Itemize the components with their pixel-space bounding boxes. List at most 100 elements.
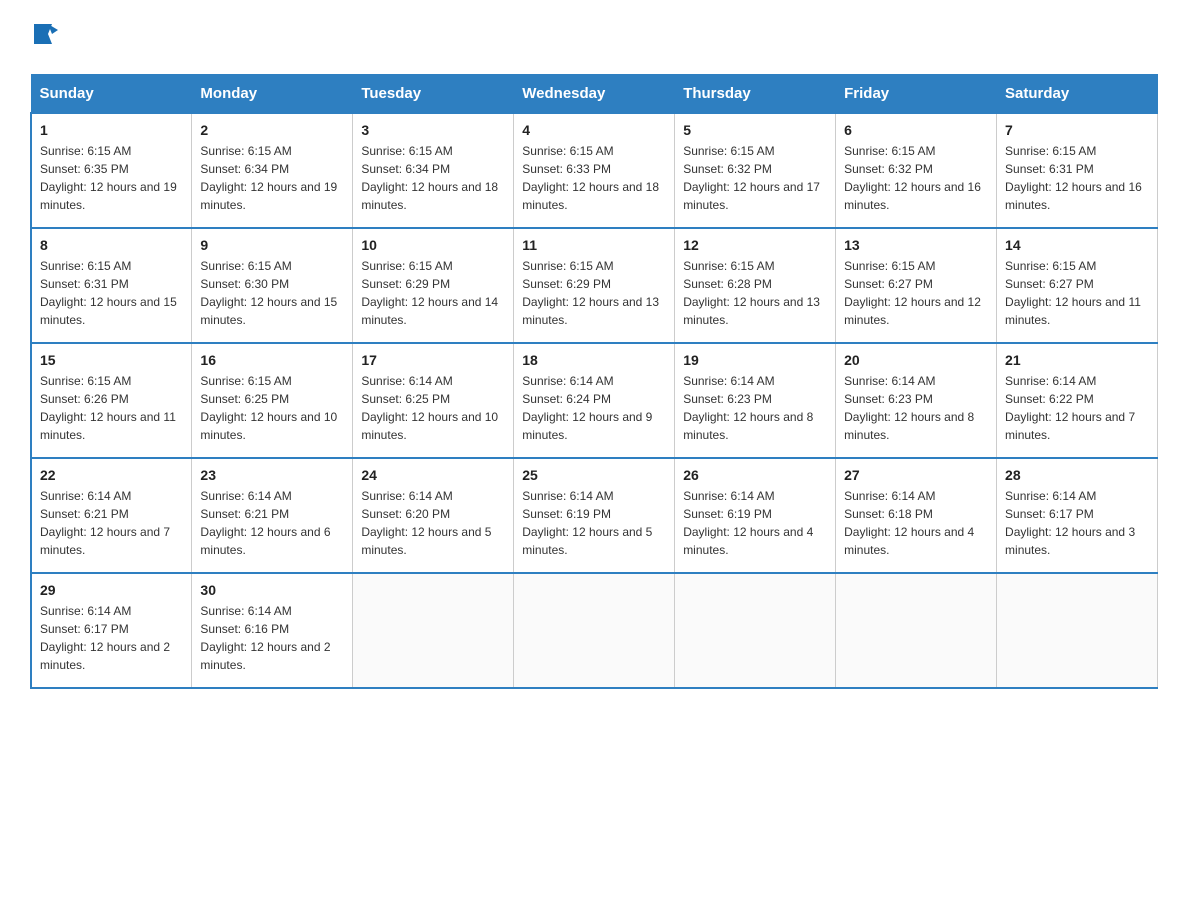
week-row-3: 15 Sunrise: 6:15 AMSunset: 6:26 PMDayligh… bbox=[31, 343, 1158, 458]
calendar-cell: 25Sunrise: 6:14 AMSunset: 6:19 PMDayligh… bbox=[514, 458, 675, 573]
day-number: 21 bbox=[1005, 352, 1149, 368]
calendar-cell: 5 Sunrise: 6:15 AMSunset: 6:32 PMDaylight… bbox=[675, 113, 836, 228]
day-number: 12 bbox=[683, 237, 827, 253]
calendar-cell: 16 Sunrise: 6:15 AMSunset: 6:25 PMDayligh… bbox=[192, 343, 353, 458]
calendar-cell: 10 Sunrise: 6:15 AMSunset: 6:29 PMDayligh… bbox=[353, 228, 514, 343]
day-info: Sunrise: 6:14 AMSunset: 6:18 PMDaylight:… bbox=[844, 487, 988, 559]
day-info: Sunrise: 6:15 AMSunset: 6:34 PMDaylight:… bbox=[200, 142, 344, 214]
day-number: 10 bbox=[361, 237, 505, 253]
day-info: Sunrise: 6:15 AMSunset: 6:32 PMDaylight:… bbox=[844, 142, 988, 214]
calendar-cell: 17 Sunrise: 6:14 AMSunset: 6:25 PMDayligh… bbox=[353, 343, 514, 458]
week-row-2: 8Sunrise: 6:15 AMSunset: 6:31 PMDaylight… bbox=[31, 228, 1158, 343]
day-number: 15 bbox=[40, 352, 183, 368]
calendar-cell: 30 Sunrise: 6:14 AMSunset: 6:16 PMDayligh… bbox=[192, 573, 353, 688]
calendar-cell: 12 Sunrise: 6:15 AMSunset: 6:28 PMDayligh… bbox=[675, 228, 836, 343]
day-number: 19 bbox=[683, 352, 827, 368]
day-info: Sunrise: 6:14 AMSunset: 6:19 PMDaylight:… bbox=[683, 487, 827, 559]
calendar-cell: 22Sunrise: 6:14 AMSunset: 6:21 PMDayligh… bbox=[31, 458, 192, 573]
calendar-cell: 21 Sunrise: 6:14 AMSunset: 6:22 PMDayligh… bbox=[997, 343, 1158, 458]
week-row-1: 1 Sunrise: 6:15 AMSunset: 6:35 PMDaylight… bbox=[31, 113, 1158, 228]
week-row-5: 29 Sunrise: 6:14 AMSunset: 6:17 PMDayligh… bbox=[31, 573, 1158, 688]
calendar-cell: 13 Sunrise: 6:15 AMSunset: 6:27 PMDayligh… bbox=[836, 228, 997, 343]
day-info: Sunrise: 6:14 AMSunset: 6:22 PMDaylight:… bbox=[1005, 372, 1149, 444]
header-day-saturday: Saturday bbox=[997, 75, 1158, 114]
header-day-sunday: Sunday bbox=[31, 75, 192, 114]
day-number: 24 bbox=[361, 467, 505, 483]
day-number: 16 bbox=[200, 352, 344, 368]
day-info: Sunrise: 6:14 AMSunset: 6:16 PMDaylight:… bbox=[200, 602, 344, 674]
calendar-cell: 14 Sunrise: 6:15 AMSunset: 6:27 PMDayligh… bbox=[997, 228, 1158, 343]
header-day-tuesday: Tuesday bbox=[353, 75, 514, 114]
calendar-cell: 9 Sunrise: 6:15 AMSunset: 6:30 PMDaylight… bbox=[192, 228, 353, 343]
calendar-cell: 15 Sunrise: 6:15 AMSunset: 6:26 PMDayligh… bbox=[31, 343, 192, 458]
calendar-cell bbox=[836, 573, 997, 688]
day-number: 20 bbox=[844, 352, 988, 368]
day-info: Sunrise: 6:15 AMSunset: 6:32 PMDaylight:… bbox=[683, 142, 827, 214]
day-number: 25 bbox=[522, 467, 666, 483]
calendar-cell: 8Sunrise: 6:15 AMSunset: 6:31 PMDaylight… bbox=[31, 228, 192, 343]
day-number: 22 bbox=[40, 467, 183, 483]
day-number: 7 bbox=[1005, 122, 1149, 138]
day-info: Sunrise: 6:14 AMSunset: 6:25 PMDaylight:… bbox=[361, 372, 505, 444]
day-info: Sunrise: 6:14 AMSunset: 6:23 PMDaylight:… bbox=[683, 372, 827, 444]
logo-text bbox=[30, 20, 58, 54]
day-number: 6 bbox=[844, 122, 988, 138]
day-info: Sunrise: 6:14 AMSunset: 6:21 PMDaylight:… bbox=[200, 487, 344, 559]
calendar-cell: 24 Sunrise: 6:14 AMSunset: 6:20 PMDayligh… bbox=[353, 458, 514, 573]
day-number: 3 bbox=[361, 122, 505, 138]
logo-flag-icon bbox=[30, 20, 58, 48]
calendar-cell: 20Sunrise: 6:14 AMSunset: 6:23 PMDayligh… bbox=[836, 343, 997, 458]
day-info: Sunrise: 6:15 AMSunset: 6:27 PMDaylight:… bbox=[844, 257, 988, 329]
calendar-table: SundayMondayTuesdayWednesdayThursdayFrid… bbox=[30, 74, 1158, 689]
header-day-wednesday: Wednesday bbox=[514, 75, 675, 114]
calendar-cell bbox=[353, 573, 514, 688]
day-info: Sunrise: 6:14 AMSunset: 6:17 PMDaylight:… bbox=[40, 602, 183, 674]
day-number: 14 bbox=[1005, 237, 1149, 253]
day-info: Sunrise: 6:15 AMSunset: 6:31 PMDaylight:… bbox=[1005, 142, 1149, 214]
day-info: Sunrise: 6:15 AMSunset: 6:25 PMDaylight:… bbox=[200, 372, 344, 444]
day-info: Sunrise: 6:14 AMSunset: 6:20 PMDaylight:… bbox=[361, 487, 505, 559]
day-number: 13 bbox=[844, 237, 988, 253]
day-number: 9 bbox=[200, 237, 344, 253]
day-number: 27 bbox=[844, 467, 988, 483]
calendar-body: 1 Sunrise: 6:15 AMSunset: 6:35 PMDaylight… bbox=[31, 113, 1158, 688]
day-info: Sunrise: 6:15 AMSunset: 6:27 PMDaylight:… bbox=[1005, 257, 1149, 329]
calendar-cell: 29 Sunrise: 6:14 AMSunset: 6:17 PMDayligh… bbox=[31, 573, 192, 688]
day-number: 2 bbox=[200, 122, 344, 138]
day-info: Sunrise: 6:15 AMSunset: 6:30 PMDaylight:… bbox=[200, 257, 344, 329]
day-info: Sunrise: 6:15 AMSunset: 6:26 PMDaylight:… bbox=[40, 372, 183, 444]
day-info: Sunrise: 6:15 AMSunset: 6:29 PMDaylight:… bbox=[522, 257, 666, 329]
day-info: Sunrise: 6:14 AMSunset: 6:24 PMDaylight:… bbox=[522, 372, 666, 444]
day-number: 30 bbox=[200, 582, 344, 598]
day-info: Sunrise: 6:15 AMSunset: 6:35 PMDaylight:… bbox=[40, 142, 183, 214]
day-number: 5 bbox=[683, 122, 827, 138]
calendar-cell: 18 Sunrise: 6:14 AMSunset: 6:24 PMDayligh… bbox=[514, 343, 675, 458]
calendar-cell bbox=[997, 573, 1158, 688]
day-number: 29 bbox=[40, 582, 183, 598]
header-day-monday: Monday bbox=[192, 75, 353, 114]
day-number: 17 bbox=[361, 352, 505, 368]
day-number: 1 bbox=[40, 122, 183, 138]
calendar-cell: 23Sunrise: 6:14 AMSunset: 6:21 PMDayligh… bbox=[192, 458, 353, 573]
calendar-cell: 28 Sunrise: 6:14 AMSunset: 6:17 PMDayligh… bbox=[997, 458, 1158, 573]
day-info: Sunrise: 6:14 AMSunset: 6:17 PMDaylight:… bbox=[1005, 487, 1149, 559]
day-info: Sunrise: 6:15 AMSunset: 6:33 PMDaylight:… bbox=[522, 142, 666, 214]
day-info: Sunrise: 6:15 AMSunset: 6:34 PMDaylight:… bbox=[361, 142, 505, 214]
day-number: 28 bbox=[1005, 467, 1149, 483]
day-number: 18 bbox=[522, 352, 666, 368]
day-number: 4 bbox=[522, 122, 666, 138]
calendar-cell bbox=[675, 573, 836, 688]
calendar-cell: 11Sunrise: 6:15 AMSunset: 6:29 PMDayligh… bbox=[514, 228, 675, 343]
calendar-header: SundayMondayTuesdayWednesdayThursdayFrid… bbox=[31, 75, 1158, 114]
calendar-cell: 2 Sunrise: 6:15 AMSunset: 6:34 PMDaylight… bbox=[192, 113, 353, 228]
logo bbox=[30, 20, 58, 54]
calendar-cell: 4 Sunrise: 6:15 AMSunset: 6:33 PMDaylight… bbox=[514, 113, 675, 228]
day-info: Sunrise: 6:15 AMSunset: 6:28 PMDaylight:… bbox=[683, 257, 827, 329]
calendar-cell: 1 Sunrise: 6:15 AMSunset: 6:35 PMDaylight… bbox=[31, 113, 192, 228]
calendar-cell bbox=[514, 573, 675, 688]
header-row: SundayMondayTuesdayWednesdayThursdayFrid… bbox=[31, 75, 1158, 114]
calendar-cell: 19 Sunrise: 6:14 AMSunset: 6:23 PMDayligh… bbox=[675, 343, 836, 458]
calendar-cell: 7 Sunrise: 6:15 AMSunset: 6:31 PMDaylight… bbox=[997, 113, 1158, 228]
page-header bbox=[30, 20, 1158, 54]
day-info: Sunrise: 6:15 AMSunset: 6:29 PMDaylight:… bbox=[361, 257, 505, 329]
